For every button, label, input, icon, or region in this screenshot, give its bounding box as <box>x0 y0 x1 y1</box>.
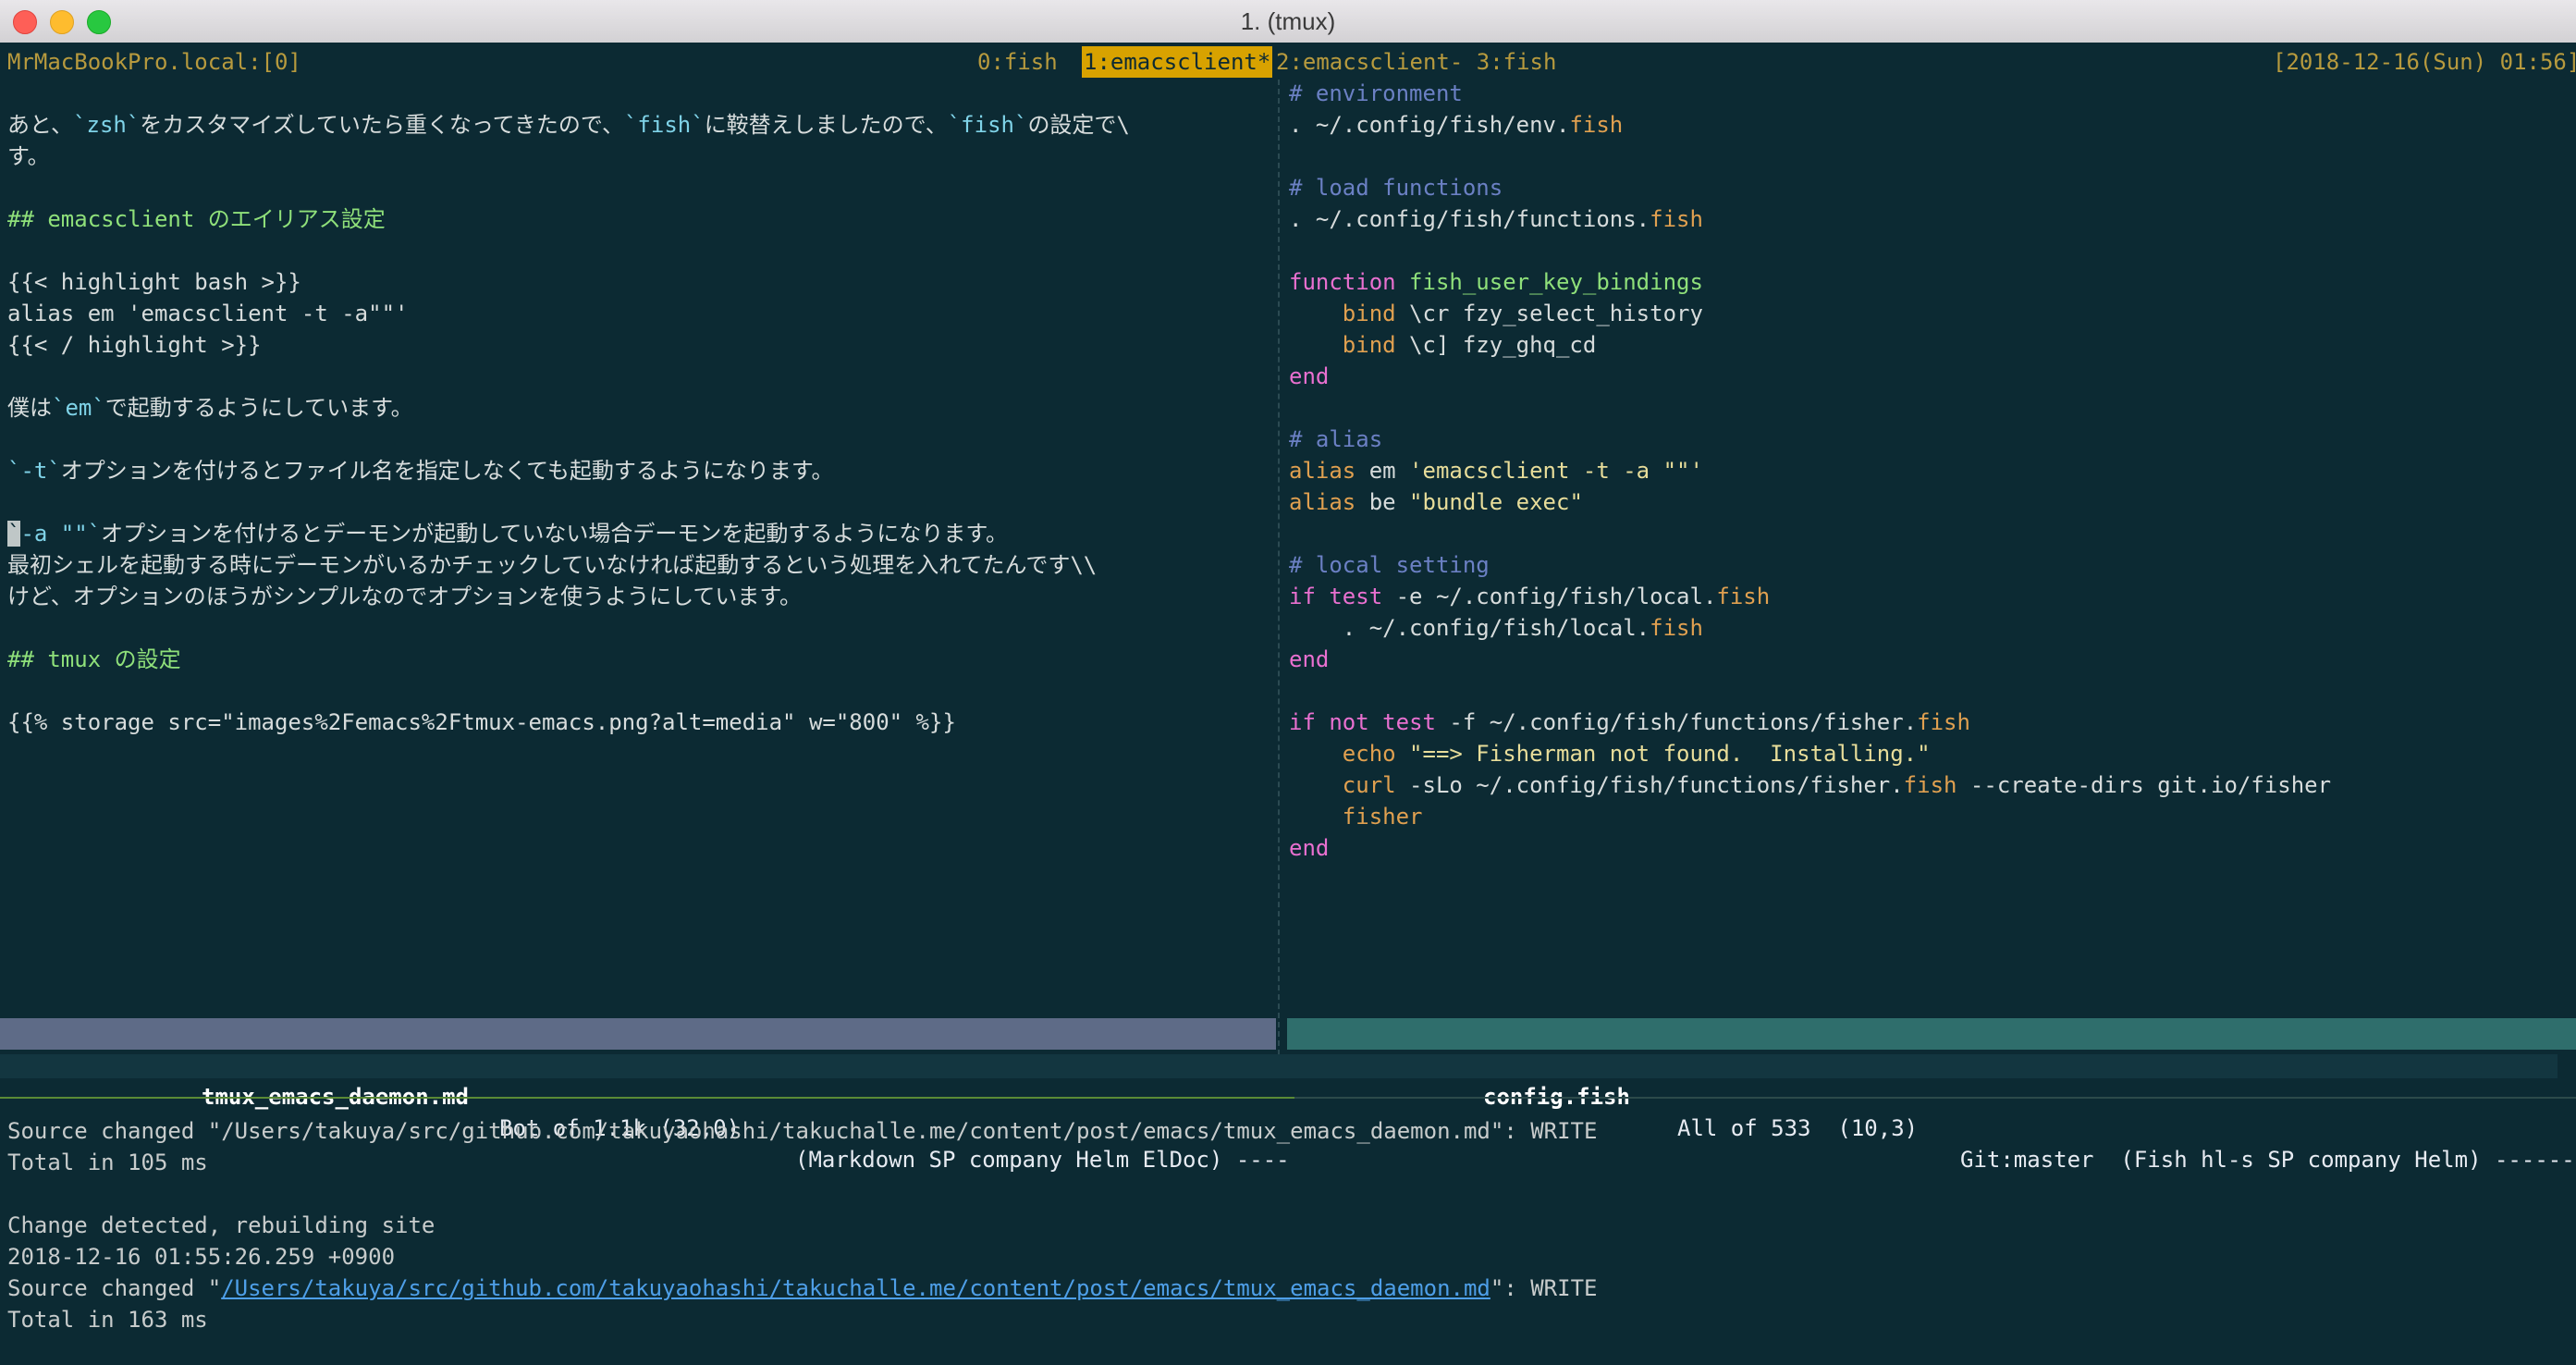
file-path-link[interactable]: /Users/takuya/src/github.com/takuyaohash… <box>221 1275 1490 1301</box>
log-line: Total in 105 ms <box>7 1150 208 1175</box>
code-line: alias em 'emacsclient -t -a ""' <box>1289 458 1703 484</box>
code-line: . ~/.config/fish/env.fish <box>1289 112 1624 138</box>
fish-comment: # local setting <box>1289 552 1490 578</box>
code-line: end <box>1289 835 1330 861</box>
md-line: {{< highlight bash >}} <box>7 269 301 295</box>
log-text: Source changed " <box>7 1275 222 1301</box>
md-line-cursor: `-a ""`オプションを付けるとデーモンが起動していない場合デーモンを起動する… <box>7 521 1009 547</box>
code-line: if not test -f ~/.config/fish/functions/… <box>1289 709 1970 735</box>
fish-comment: # load functions <box>1289 175 1503 201</box>
log-line: Total in 163 ms <box>7 1307 208 1333</box>
fish-comment: # environment <box>1289 80 1463 106</box>
left-modeline: -UUU:@----F12 tmux_emacs_daemon.md Bot o… <box>0 1018 1290 1173</box>
tmux-status-bar: MrMacBookPro.local:[0] 0:fish 1:emacscli… <box>0 46 2576 78</box>
window-title: 1. (tmux) <box>1240 7 1336 35</box>
log-line: Change detected, rebuilding site <box>7 1212 435 1238</box>
code-line: end <box>1289 646 1330 672</box>
modeline-modes: Git:master (Fish hl-s SP company Helm) -… <box>1960 1147 2576 1173</box>
md-line: {{% storage src="images%2Femacs%2Ftmux-e… <box>7 709 956 735</box>
code-line: fisher <box>1342 804 1423 830</box>
tmux-window-1-active[interactable]: 1:emacsclient* <box>1082 46 1273 78</box>
code-line: end <box>1289 363 1330 389</box>
log-text: ": WRITE <box>1490 1275 1598 1301</box>
code-line: curl -sLo ~/.config/fish/functions/fishe… <box>1342 772 2332 798</box>
window-titlebar: 1. (tmux) <box>0 0 2576 43</box>
tmux-window-2-3[interactable]: 2:emacsclient- 3:fish <box>1276 46 1556 78</box>
md-line: けど、オプションのほうがシンプルなのでオプションを使うようにしています。 <box>7 584 802 609</box>
active-pane-border <box>0 1097 1294 1099</box>
log-line: 2018-12-16 01:55:26.259 +0900 <box>7 1244 396 1270</box>
md-heading: ## emacsclient のエイリアス設定 <box>7 206 386 232</box>
code-line: if test -e ~/.config/fish/local.fish <box>1289 584 1771 609</box>
code-line: echo "==> Fisherman not found. Installin… <box>1342 741 1931 767</box>
md-line: 最初シェルを起動する時にデーモンがいるかチェックしていなければ起動するという処理… <box>7 552 1098 578</box>
terminal-area[interactable]: MrMacBookPro.local:[0] 0:fish 1:emacscli… <box>0 43 2576 1365</box>
md-line: す。 <box>7 143 50 169</box>
tmux-window-0[interactable]: 0:fish <box>977 46 1058 78</box>
md-line: 僕は`em`で起動するようにしています。 <box>7 395 413 421</box>
right-modeline: -UU-:@----F12 config.fish All of 533 (10… <box>1287 1018 2576 1173</box>
fish-comment: # alias <box>1289 426 1383 452</box>
md-line: あと、`zsh`をカスタマイズしていたら重くなってきたので、`fish`に鞍替え… <box>7 112 1130 138</box>
code-line: function fish_user_key_bindings <box>1289 269 1703 295</box>
code-line: . ~/.config/fish/local.fish <box>1289 615 1703 641</box>
md-line: {{< / highlight >}} <box>7 332 262 358</box>
modeline-position: All of 533 (10,3) <box>1677 1115 1919 1141</box>
code-line: . ~/.config/fish/functions.fish <box>1289 206 1703 232</box>
text-cursor: ` <box>7 521 21 547</box>
tmux-datetime: [2018-12-16(Sun) 01:56] <box>2273 49 2576 75</box>
code-line: bind \cr fzy_select_history <box>1342 301 1703 326</box>
log-line: Source changed "/Users/takuya/src/github… <box>7 1118 1598 1144</box>
code-line: bind \c] fzy_ghq_cd <box>1342 332 1597 358</box>
md-line: alias em 'emacsclient -t -a""' <box>7 301 409 326</box>
emacs-echo-area <box>0 1054 2558 1078</box>
log-line: Source changed "/Users/takuya/src/github… <box>7 1273 1597 1304</box>
tmux-session-name: MrMacBookPro.local:[0] <box>7 49 301 75</box>
md-line: `-t`オプションを付けるとファイル名を指定しなくても起動するようになります。 <box>7 458 834 484</box>
pane-divider[interactable] <box>1278 80 1280 1074</box>
code-line: alias be "bundle exec" <box>1289 489 1583 515</box>
modeline-modes: (Markdown SP company Helm ElDoc) ---- <box>795 1147 1290 1173</box>
md-heading: ## tmux の設定 <box>7 646 181 672</box>
